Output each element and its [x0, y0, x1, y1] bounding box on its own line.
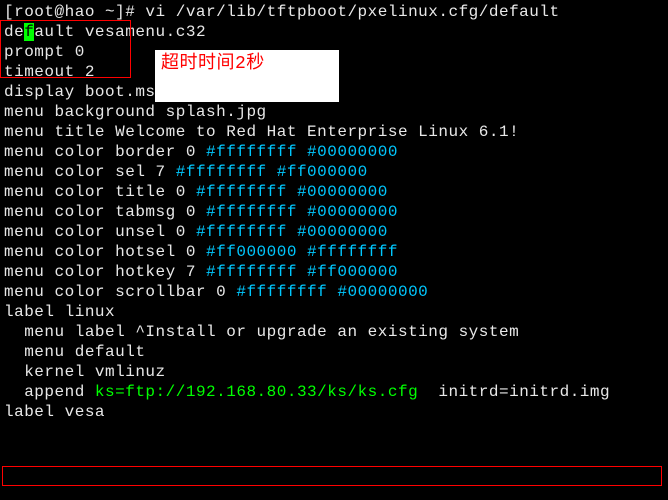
- text: menu color sel 7: [4, 163, 176, 181]
- color-hex: #ffffffff #00000000: [196, 183, 388, 201]
- text: menu color title 0: [4, 183, 196, 201]
- shell-prompt: [root@hao ~]#: [4, 3, 145, 21]
- text: menu color unsel 0: [4, 223, 196, 241]
- color-hex: #ffffffff #00000000: [206, 143, 398, 161]
- file-line-label-vesa: label vesa: [4, 402, 664, 422]
- file-line-color-title: menu color title 0 #ffffffff #00000000: [4, 182, 664, 202]
- color-hex: #ffffffff #00000000: [236, 283, 428, 301]
- file-line-color-tabmsg: menu color tabmsg 0 #ffffffff #00000000: [4, 202, 664, 222]
- file-line-append: append ks=ftp://192.168.80.33/ks/ks.cfg …: [4, 382, 664, 402]
- file-line-menu-default: menu default: [4, 342, 664, 362]
- prompt-line: [root@hao ~]# vi /var/lib/tftpboot/pxeli…: [4, 2, 664, 22]
- file-line-color-border: menu color border 0 #ffffffff #00000000: [4, 142, 664, 162]
- color-hex: #ffffffff #ff000000: [206, 263, 398, 281]
- text: append: [4, 383, 95, 401]
- text: menu color hotsel 0: [4, 243, 206, 261]
- color-hex: #ffffffff #ff000000: [176, 163, 368, 181]
- file-line-1: default vesamenu.c32: [4, 22, 664, 42]
- file-line-menu-label: menu label ^Install or upgrade an existi…: [4, 322, 664, 342]
- file-line-color-hotkey: menu color hotkey 7 #ffffffff #ff000000: [4, 262, 664, 282]
- file-line-color-hotsel: menu color hotsel 0 #ff000000 #ffffffff: [4, 242, 664, 262]
- file-line-menubg: menu background splash.jpg: [4, 102, 664, 122]
- color-hex: #ffffffff #00000000: [206, 203, 398, 221]
- file-line-color-sel: menu color sel 7 #ffffffff #ff000000: [4, 162, 664, 182]
- cursor-icon: f: [24, 23, 34, 41]
- text: menu color hotkey 7: [4, 263, 206, 281]
- text: initrd=initrd.img: [418, 383, 610, 401]
- vi-command: vi /var/lib/tftpboot/pxelinux.cfg/defaul…: [145, 3, 559, 21]
- file-line-kernel: kernel vmlinuz: [4, 362, 664, 382]
- file-line-color-unsel: menu color unsel 0 #ffffffff #00000000: [4, 222, 664, 242]
- text-post-cursor: ault vesamenu.c32: [34, 23, 206, 41]
- file-line-label-linux: label linux: [4, 302, 664, 322]
- ks-url: ks=ftp://192.168.80.33/ks/ks.cfg: [95, 383, 418, 401]
- annotation-box-append: [2, 466, 662, 486]
- text: menu color border 0: [4, 143, 206, 161]
- text: menu color tabmsg 0: [4, 203, 206, 221]
- annotation-label: 超时时间2秒: [155, 50, 339, 102]
- color-hex: #ffffffff #00000000: [196, 223, 388, 241]
- color-hex: #ff000000 #ffffffff: [206, 243, 398, 261]
- file-line-menutitle: menu title Welcome to Red Hat Enterprise…: [4, 122, 664, 142]
- text: menu color scrollbar 0: [4, 283, 236, 301]
- text-pre-cursor: de: [4, 23, 24, 41]
- file-line-color-scrollbar: menu color scrollbar 0 #ffffffff #000000…: [4, 282, 664, 302]
- annotation-label-text: 超时时间2秒: [161, 54, 265, 74]
